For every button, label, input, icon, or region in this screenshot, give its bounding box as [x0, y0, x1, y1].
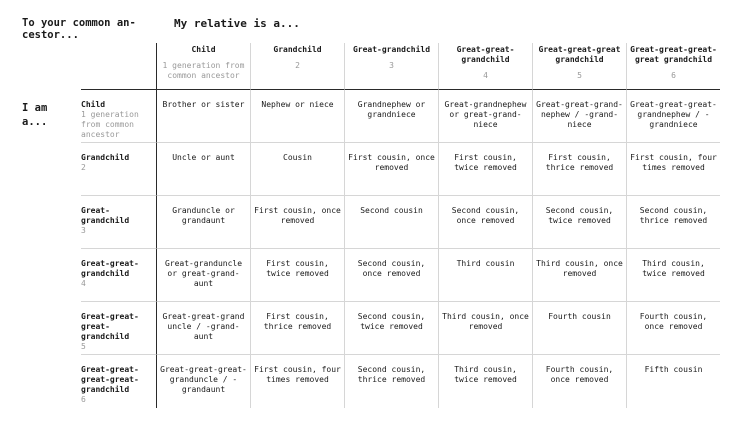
row-title: Grandchild: [81, 153, 130, 162]
column-header: Great-great-great grandchild 5: [532, 43, 626, 90]
column-header: Child 1 generation from common ancestor: [156, 43, 250, 90]
column-generation: 6: [671, 71, 676, 80]
column-header: Great-great-great-great grandchild 6: [626, 43, 720, 90]
relationship-cell: Cousin: [250, 143, 344, 196]
row-generation: 1 generation from common ancestor: [81, 110, 139, 139]
row-generation: 2: [81, 163, 86, 172]
row-title: Great-great-great-great-grandchild: [81, 365, 139, 394]
relationship-cell: Great-great-great-granduncle / -grandaun…: [156, 355, 250, 408]
column-generation: 1 generation from common ancestor: [162, 61, 245, 80]
relationship-cell: Grandnephew or grandniece: [344, 90, 438, 143]
relationship-cell: First cousin, twice removed: [250, 249, 344, 302]
column-generation: 4: [483, 71, 488, 80]
column-header: Great-great-grandchild 4: [438, 43, 532, 90]
relationship-cell: Great-granduncle or great-grand-aunt: [156, 249, 250, 302]
relationship-cell: First cousin, thrice removed: [250, 302, 344, 355]
column-generation: 5: [577, 71, 582, 80]
relationship-cell: Great-great-grand uncle / -grand-aunt: [156, 302, 250, 355]
row-header: Great-great-great-great-grandchild 6: [81, 355, 156, 408]
column-title: Great-great-great grandchild: [538, 45, 621, 64]
column-title: Great-grandchild: [352, 45, 431, 54]
relationship-cell: Fourth cousin, once removed: [626, 302, 720, 355]
corner-label: To your common an- cestor...: [22, 17, 136, 41]
relationship-cell: Fifth cousin: [626, 355, 720, 408]
relationship-cell: Nephew or niece: [250, 90, 344, 143]
kinship-table: Child 1 generation from common ancestor …: [81, 43, 720, 408]
relationship-cell: Fourth cousin: [532, 302, 626, 355]
column-title: Grandchild: [273, 45, 322, 54]
column-title: Great-great-grandchild: [456, 45, 515, 64]
relationship-cell: Fourth cousin, once removed: [532, 355, 626, 408]
relationship-cell: Great-great-grand-nephew / -grand-niece: [532, 90, 626, 143]
row-generation: 3: [81, 226, 86, 235]
column-title: Great-great-great-great grandchild: [630, 45, 717, 64]
relationship-cell: Second cousin, once removed: [438, 196, 532, 249]
relationship-cell: Second cousin: [344, 196, 438, 249]
row-title: Great-grandchild: [81, 206, 130, 225]
column-header: Grandchild 2: [250, 43, 344, 90]
row-header: Child 1 generation from common ancestor: [81, 90, 156, 143]
relationship-cell: Third cousin: [438, 249, 532, 302]
row-header: Grandchild 2: [81, 143, 156, 196]
row-header: Great-great-great-grandchild 5: [81, 302, 156, 355]
relationship-cell: Third cousin, twice removed: [438, 355, 532, 408]
relationship-cell: First cousin, four times removed: [626, 143, 720, 196]
row-title: Great-great-grandchild: [81, 259, 139, 278]
row-title: Great-great-great-grandchild: [81, 312, 139, 341]
column-title: Child: [191, 45, 216, 54]
relationship-cell: Uncle or aunt: [156, 143, 250, 196]
relationship-cell: Granduncle or grandaunt: [156, 196, 250, 249]
relationship-cell: Brother or sister: [156, 90, 250, 143]
relationship-cell: First cousin, once removed: [250, 196, 344, 249]
self-axis-heading: I am a...: [22, 102, 48, 128]
relationship-cell: First cousin, four times removed: [250, 355, 344, 408]
relationship-cell: Second cousin, twice removed: [532, 196, 626, 249]
row-generation: 5: [81, 342, 86, 351]
relationship-cell: Second cousin, thrice removed: [344, 355, 438, 408]
relationship-cell: Third cousin, once removed: [438, 302, 532, 355]
column-generation: 3: [389, 61, 394, 70]
relationship-cell: First cousin, twice removed: [438, 143, 532, 196]
relative-axis-heading: My relative is a...: [174, 17, 300, 30]
relationship-cell: Great-great-great-grandnephew / -grandni…: [626, 90, 720, 143]
relationship-cell: First cousin, once removed: [344, 143, 438, 196]
column-header: Great-grandchild 3: [344, 43, 438, 90]
row-generation: 6: [81, 395, 86, 404]
relationship-cell: Third cousin, twice removed: [626, 249, 720, 302]
row-header: Great-grandchild 3: [81, 196, 156, 249]
relationship-cell: Third cousin, once removed: [532, 249, 626, 302]
relationship-cell: First cousin, thrice removed: [532, 143, 626, 196]
row-generation: 4: [81, 279, 86, 288]
relationship-cell: Second cousin, twice removed: [344, 302, 438, 355]
table-corner-cell: [81, 43, 156, 90]
relationship-cell: Second cousin, thrice removed: [626, 196, 720, 249]
relationship-cell: Great-grandnephew or great-grand-niece: [438, 90, 532, 143]
column-generation: 2: [295, 61, 300, 70]
row-title: Child: [81, 100, 106, 109]
row-header: Great-great-grandchild 4: [81, 249, 156, 302]
relationship-cell: Second cousin, once removed: [344, 249, 438, 302]
